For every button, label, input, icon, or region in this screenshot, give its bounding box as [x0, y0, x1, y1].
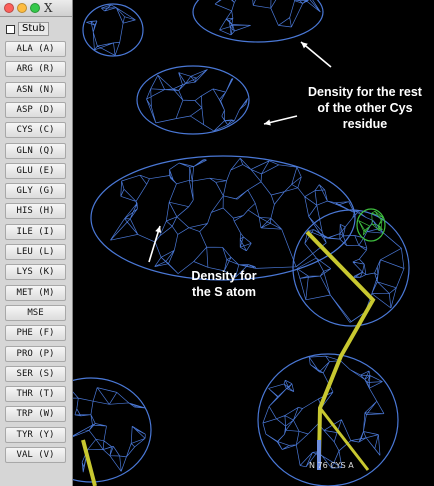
residue-button-phe[interactable]: PHE (F) — [5, 325, 66, 342]
annotation-line: Density for — [191, 269, 257, 283]
residue-button-leu[interactable]: LEU (L) — [5, 244, 66, 260]
model-bond-chain — [305, 230, 376, 461]
residue-button-pro[interactable]: PRO (P) — [5, 345, 66, 362]
residue-button-arg[interactable]: ARG (R) — [5, 61, 66, 78]
palette-titlebar: X — [0, 0, 72, 17]
minimize-window-button[interactable] — [17, 3, 27, 13]
residue-label: N 76 CYS A — [309, 461, 354, 470]
annotation-line: of the other Cys — [317, 101, 413, 115]
annotation-line: Density for the rest — [308, 85, 422, 99]
annotation-s-atom: Density for the S atom — [169, 268, 279, 300]
residue-button-val[interactable]: VAL (V) — [5, 447, 66, 463]
mesh-lines — [86, 4, 136, 56]
mesh-lines — [214, 0, 321, 36]
residue-button-gln[interactable]: GLN (Q) — [5, 142, 66, 159]
density-blob-s-atom — [90, 155, 356, 281]
density-blob-top — [192, 0, 324, 43]
zoom-window-button[interactable] — [30, 3, 40, 13]
density-blob-lower-left — [73, 377, 152, 483]
stub-label[interactable]: Stub — [18, 22, 49, 36]
arrow-to-upper-density-head — [264, 119, 271, 126]
density-blob-corner — [82, 3, 144, 57]
mesh-lines — [73, 387, 146, 473]
residue-button-his[interactable]: HIS (H) — [5, 203, 66, 220]
residue-button-ile[interactable]: ILE (I) — [5, 223, 66, 240]
density-blob-right — [292, 209, 410, 327]
stub-checkbox[interactable] — [6, 24, 15, 34]
residue-button-tyr[interactable]: TYR (Y) — [5, 426, 66, 443]
residue-button-trp[interactable]: TRP (W) — [5, 406, 66, 423]
residue-button-thr[interactable]: THR (T) — [5, 386, 66, 403]
mesh-lines — [146, 69, 248, 132]
mesh-outline — [82, 3, 144, 57]
residue-button-lys[interactable]: LYS (K) — [5, 264, 66, 281]
close-window-button[interactable] — [4, 3, 14, 13]
residue-button-cys[interactable]: CYS (C) — [5, 122, 66, 139]
residue-button-glu[interactable]: GLU (E) — [5, 162, 66, 179]
density-blob-upper — [136, 65, 250, 135]
mesh-lines — [296, 210, 405, 323]
density-scene[interactable] — [73, 0, 434, 486]
residue-button-asn[interactable]: ASN (N) — [5, 81, 66, 98]
map-viewport[interactable]: Density for the rest of the other Cys re… — [73, 0, 434, 486]
x11-icon: X — [44, 1, 53, 15]
annotation-line: residue — [342, 117, 388, 131]
residue-button-mse[interactable]: MSE — [5, 304, 66, 321]
annotation-rest-of-cys: Density for the rest of the other Cys re… — [295, 84, 434, 132]
residue-button-ser[interactable]: SER (S) — [5, 365, 66, 382]
residue-button-asp[interactable]: ASP (D) — [5, 101, 66, 118]
mesh-lines — [110, 157, 355, 278]
residue-button-gly[interactable]: GLY (G) — [5, 183, 66, 200]
stub-option[interactable]: Stub — [6, 22, 49, 36]
residue-palette: X Stub ALA (A) ARG (R) ASN (N) ASP (D) CYS (… — [0, 0, 73, 486]
residue-button-met[interactable]: MET (M) — [5, 284, 66, 301]
mesh-outline — [292, 209, 410, 327]
mesh-outline — [136, 65, 250, 135]
annotation-line: the S atom — [192, 285, 256, 299]
residue-button-ala[interactable]: ALA (A) — [5, 41, 66, 57]
